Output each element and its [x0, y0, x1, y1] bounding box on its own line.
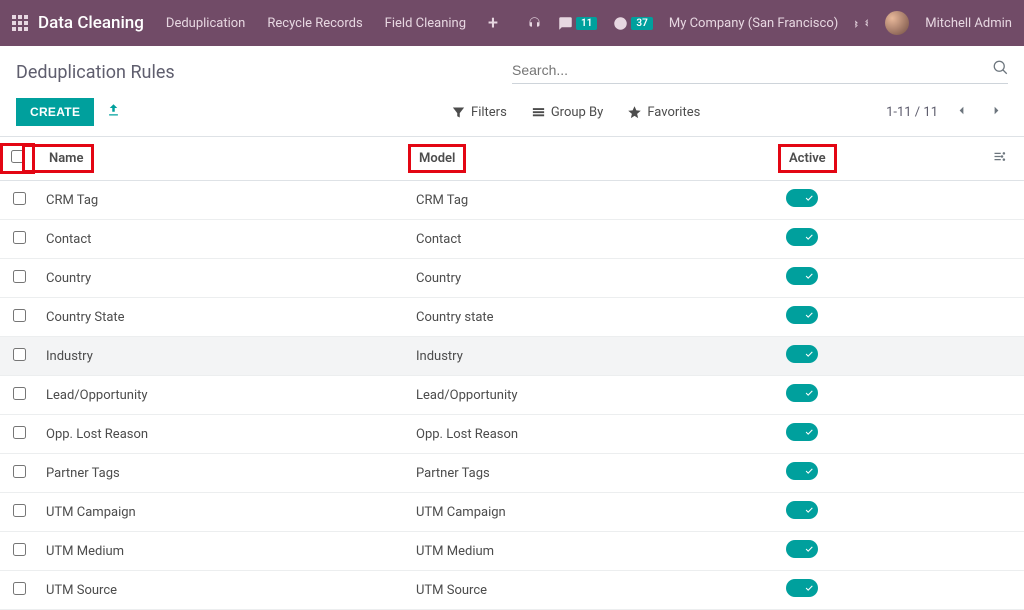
page-title: Deduplication Rules	[16, 62, 512, 83]
col-active-header[interactable]: Active	[778, 144, 837, 173]
favorites-label: Favorites	[647, 105, 700, 120]
table-row[interactable]: IndustryIndustry	[0, 337, 1024, 376]
active-toggle[interactable]	[786, 384, 818, 402]
cell-model: UTM Campaign	[408, 493, 778, 532]
rules-table: Name Model Active CRM TagCRM TagContactC…	[0, 137, 1024, 610]
cell-name: Contact	[38, 220, 408, 259]
cell-model: Contact	[408, 220, 778, 259]
cell-name: Industry	[38, 337, 408, 376]
cell-model: Country state	[408, 298, 778, 337]
nav-field-cleaning[interactable]: Field Cleaning	[385, 16, 466, 31]
table-row[interactable]: UTM CampaignUTM Campaign	[0, 493, 1024, 532]
activities-badge: 37	[631, 17, 652, 30]
active-toggle[interactable]	[786, 462, 818, 480]
table-row[interactable]: ContactContact	[0, 220, 1024, 259]
pager-next[interactable]	[985, 101, 1008, 124]
cell-name: Country	[38, 259, 408, 298]
table-row[interactable]: Partner TagsPartner Tags	[0, 454, 1024, 493]
discuss-icon[interactable]: 11	[558, 16, 597, 31]
row-checkbox[interactable]	[13, 465, 26, 478]
support-icon[interactable]	[527, 16, 542, 31]
active-toggle[interactable]	[786, 579, 818, 597]
nav-menu: Deduplication Recycle Records Field Clea…	[166, 13, 527, 34]
cell-name: UTM Source	[38, 571, 408, 610]
row-checkbox[interactable]	[13, 387, 26, 400]
cell-name: CRM Tag	[38, 181, 408, 220]
active-toggle[interactable]	[786, 306, 818, 324]
groupby-label: Group By	[551, 105, 604, 120]
table-row[interactable]: Lead/OpportunityLead/Opportunity	[0, 376, 1024, 415]
activities-icon[interactable]: 37	[613, 16, 652, 31]
cell-model: UTM Medium	[408, 532, 778, 571]
row-checkbox[interactable]	[13, 348, 26, 361]
top-navbar: Data Cleaning Deduplication Recycle Reco…	[0, 0, 1024, 46]
nav-right: 11 37 My Company (San Francisco) Mitchel…	[527, 11, 1012, 35]
pager-prev[interactable]	[950, 101, 973, 124]
row-checkbox[interactable]	[13, 192, 26, 205]
cell-model: UTM Source	[408, 571, 778, 610]
table-row[interactable]: CRM TagCRM Tag	[0, 181, 1024, 220]
table-row[interactable]: Opp. Lost ReasonOpp. Lost Reason	[0, 415, 1024, 454]
cell-model: Opp. Lost Reason	[408, 415, 778, 454]
debug-icon[interactable]	[854, 16, 869, 31]
control-panel: Deduplication Rules CREATE Filters Group…	[0, 46, 1024, 137]
cell-name: Country State	[38, 298, 408, 337]
cell-model: Lead/Opportunity	[408, 376, 778, 415]
import-button[interactable]	[106, 103, 121, 122]
row-checkbox[interactable]	[13, 543, 26, 556]
nav-deduplication[interactable]: Deduplication	[166, 16, 245, 31]
favorites-button[interactable]: Favorites	[627, 105, 700, 120]
row-checkbox[interactable]	[13, 231, 26, 244]
pager[interactable]: 1-11 / 11	[886, 105, 938, 120]
user-menu[interactable]: Mitchell Admin	[925, 16, 1012, 31]
app-brand[interactable]: Data Cleaning	[38, 13, 144, 33]
cell-name: Partner Tags	[38, 454, 408, 493]
active-toggle[interactable]	[786, 501, 818, 519]
cell-name: Opp. Lost Reason	[38, 415, 408, 454]
active-toggle[interactable]	[786, 228, 818, 246]
nav-add-menu[interactable]: +	[488, 13, 498, 34]
cell-model: Country	[408, 259, 778, 298]
cell-model: Partner Tags	[408, 454, 778, 493]
avatar[interactable]	[885, 11, 909, 35]
cell-model: Industry	[408, 337, 778, 376]
row-checkbox[interactable]	[13, 270, 26, 283]
cell-name: Lead/Opportunity	[38, 376, 408, 415]
table-row[interactable]: UTM SourceUTM Source	[0, 571, 1024, 610]
nav-recycle-records[interactable]: Recycle Records	[267, 16, 362, 31]
active-toggle[interactable]	[786, 189, 818, 207]
row-checkbox[interactable]	[13, 426, 26, 439]
create-button[interactable]: CREATE	[16, 98, 94, 126]
cell-name: UTM Campaign	[38, 493, 408, 532]
active-toggle[interactable]	[786, 267, 818, 285]
company-switcher[interactable]: My Company (San Francisco)	[669, 16, 838, 31]
row-checkbox[interactable]	[13, 309, 26, 322]
apps-icon[interactable]	[12, 15, 28, 31]
filters-label: Filters	[471, 105, 507, 120]
row-checkbox[interactable]	[13, 582, 26, 595]
search-input[interactable]	[512, 62, 993, 78]
table-row[interactable]: Country StateCountry state	[0, 298, 1024, 337]
optional-fields-icon[interactable]	[992, 153, 1007, 168]
col-model-header[interactable]: Model	[408, 144, 466, 173]
row-checkbox[interactable]	[13, 504, 26, 517]
cell-name: UTM Medium	[38, 532, 408, 571]
active-toggle[interactable]	[786, 540, 818, 558]
cell-model: CRM Tag	[408, 181, 778, 220]
search-box[interactable]	[512, 60, 1008, 84]
col-name-header[interactable]: Name	[22, 144, 94, 173]
table-row[interactable]: CountryCountry	[0, 259, 1024, 298]
active-toggle[interactable]	[786, 345, 818, 363]
search-icon[interactable]	[993, 60, 1008, 79]
filters-button[interactable]: Filters	[451, 105, 507, 120]
table-row[interactable]: UTM MediumUTM Medium	[0, 532, 1024, 571]
messages-badge: 11	[576, 17, 597, 30]
groupby-button[interactable]: Group By	[531, 105, 604, 120]
active-toggle[interactable]	[786, 423, 818, 441]
